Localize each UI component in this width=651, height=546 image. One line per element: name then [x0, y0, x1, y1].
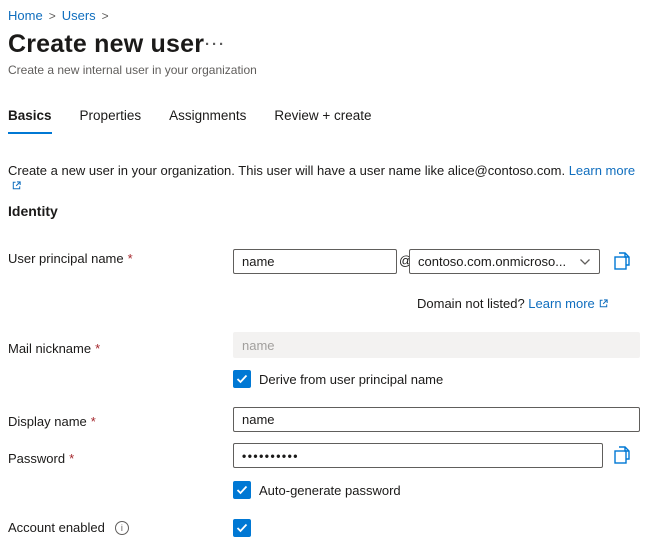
copy-upn-button[interactable]: [611, 250, 633, 274]
display-name-label: Display name *: [8, 414, 96, 429]
account-enabled-label: Account enabled i: [8, 520, 129, 535]
breadcrumb-separator: >: [102, 9, 109, 23]
page-subtitle: Create a new internal user in your organ…: [8, 63, 257, 77]
required-asterisk: *: [95, 341, 100, 356]
intro-learn-more-link[interactable]: Learn more: [569, 163, 635, 178]
password-label-text: Password: [8, 451, 65, 466]
external-link-icon: [598, 297, 609, 312]
page-title: Create new user: [8, 30, 204, 59]
tab-review-create[interactable]: Review + create: [274, 104, 371, 134]
tab-bar: Basics Properties Assignments Review + c…: [8, 104, 400, 134]
display-name-label-text: Display name: [8, 414, 87, 429]
external-link-icon: [11, 179, 22, 194]
upn-input[interactable]: [233, 249, 397, 274]
tab-assignments[interactable]: Assignments: [169, 104, 246, 134]
domain-learn-more-link[interactable]: Learn more: [528, 296, 594, 311]
breadcrumb-separator: >: [49, 9, 56, 23]
upn-label: User principal name *: [8, 251, 133, 266]
domain-hint-text: Domain not listed?: [417, 296, 525, 311]
display-name-input[interactable]: [233, 407, 640, 432]
intro-text: Create a new user in your organization. …: [8, 163, 648, 194]
context-menu-ellipsis-icon[interactable]: ···: [205, 36, 226, 53]
breadcrumb: Home > Users >: [8, 8, 109, 23]
info-icon[interactable]: i: [115, 521, 129, 535]
tab-basics[interactable]: Basics: [8, 104, 52, 134]
domain-hint: Domain not listed? Learn more: [417, 296, 609, 312]
password-input[interactable]: ••••••••••: [233, 443, 603, 468]
tab-properties[interactable]: Properties: [80, 104, 142, 134]
derive-checkbox-label: Derive from user principal name: [259, 372, 443, 387]
derive-checkbox[interactable]: [233, 370, 251, 388]
required-asterisk: *: [128, 251, 133, 266]
domain-select[interactable]: contoso.com.onmicroso...: [409, 249, 600, 274]
breadcrumb-users-link[interactable]: Users: [62, 8, 96, 23]
copy-password-button[interactable]: [611, 444, 633, 468]
breadcrumb-home-link[interactable]: Home: [8, 8, 43, 23]
required-asterisk: *: [69, 451, 74, 466]
mail-nickname-label: Mail nickname *: [8, 341, 100, 356]
account-enabled-label-text: Account enabled: [8, 520, 105, 535]
chevron-down-icon: [579, 254, 591, 269]
derive-checkbox-row: Derive from user principal name: [233, 370, 443, 388]
intro-description: Create a new user in your organization. …: [8, 163, 565, 178]
account-enabled-checkbox[interactable]: [233, 519, 251, 537]
section-identity-heading: Identity: [8, 203, 58, 219]
upn-label-text: User principal name: [8, 251, 124, 266]
mail-nickname-input: [233, 332, 640, 358]
autogen-checkbox[interactable]: [233, 481, 251, 499]
domain-select-value: contoso.com.onmicroso...: [418, 254, 566, 269]
autogen-checkbox-label: Auto-generate password: [259, 483, 401, 498]
mail-nickname-label-text: Mail nickname: [8, 341, 91, 356]
required-asterisk: *: [91, 414, 96, 429]
password-label: Password *: [8, 451, 74, 466]
autogen-checkbox-row: Auto-generate password: [233, 481, 401, 499]
